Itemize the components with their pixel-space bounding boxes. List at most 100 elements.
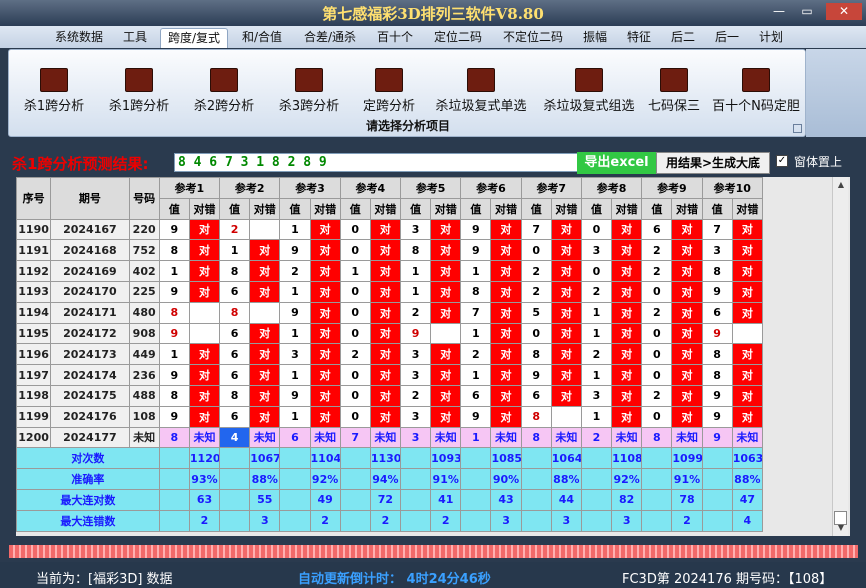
value-cell: 3 (580, 239, 613, 262)
value-cell: 0 (641, 343, 673, 366)
seq-cell: 1196 (15, 343, 52, 366)
table-row[interactable]: 1191 2024168 752 8 对 1 对 9 对 0 对 8 对 9 对 0 对 3 对 2 对 3 对 (15, 239, 764, 262)
check-cell: 对 (731, 239, 764, 262)
summary-value: 78 (671, 488, 703, 511)
col-header-check: 对错 (369, 197, 401, 220)
ribbon-button-junk-single[interactable]: 杀垃圾复式单选 (429, 66, 533, 116)
ribbon-button-kill1-a[interactable]: 杀1跨分析 (15, 66, 93, 116)
table-row[interactable]: 1198 2024175 488 8 对 8 对 9 对 0 对 2 对 6 对 6 对 3 对 2 对 9 对 (15, 384, 764, 407)
check-cell (731, 322, 764, 345)
summary-value: 88% (731, 468, 764, 490)
value-cell: 1 (219, 239, 251, 262)
value-cell: 8 (158, 426, 190, 449)
tab-feature[interactable]: 特征 (620, 28, 658, 48)
summary-value: 3 (611, 509, 643, 532)
tab-plan[interactable]: 计划 (752, 28, 790, 48)
col-header-check: 对错 (731, 197, 764, 220)
ribbon-launcher-icon[interactable] (793, 124, 802, 133)
table-row[interactable]: 1190 2024167 220 9 对 2 1 对 0 对 3 对 9 对 7 对 0 对 6 对 7 对 (15, 218, 764, 241)
value-cell: 1 (279, 405, 311, 428)
check-cell: 对 (309, 301, 341, 324)
tab-span-compound[interactable]: 跨度/复式 (160, 28, 228, 48)
table-row[interactable]: 1199 2024176 108 9 对 6 对 1 对 0 对 3 对 9 对 8 1 对 0 对 9 对 (15, 405, 764, 428)
value-cell: 2 (279, 260, 311, 282)
value-cell: 0 (339, 384, 371, 407)
close-button[interactable]: ✕ (826, 3, 862, 20)
title-bar: 第七感福彩3D排列三软件V8.80 — ▭ ✕ (0, 0, 866, 26)
summary-gap (219, 468, 251, 490)
tab-tools[interactable]: 工具 (116, 28, 154, 48)
tab-last-one[interactable]: 后一 (708, 28, 746, 48)
check-cell: 对 (188, 260, 221, 282)
table-row[interactable]: 1195 2024172 908 9 6 对 1 对 0 对 9 1 对 0 对 1 对 0 对 9 (15, 322, 764, 345)
tab-unfixed-two[interactable]: 不定位二码 (496, 28, 570, 48)
tab-fixed-two[interactable]: 定位二码 (426, 28, 490, 48)
result-field[interactable]: 8 4 6 7 3 1 8 2 8 9 (174, 153, 583, 172)
summary-gap (580, 447, 613, 470)
ribbon-button-seven-code[interactable]: 七码保三 (643, 66, 705, 116)
check-cell: 对 (550, 280, 582, 303)
table-row[interactable]: 1193 2024170 225 9 对 6 对 1 对 0 对 1 对 8 对 2 对 2 对 0 对 9 对 (15, 280, 764, 303)
summary-value: 88% (550, 468, 582, 490)
summary-gap (279, 468, 311, 490)
check-cell: 对 (309, 364, 341, 386)
check-cell: 对 (671, 343, 703, 366)
check-cell: 对 (671, 260, 703, 282)
value-cell: 2 (580, 280, 613, 303)
check-cell: 未知 (731, 426, 764, 449)
generate-button[interactable]: 用结果>生成大底 (656, 152, 770, 174)
chart-icon (467, 68, 495, 92)
summary-gap (701, 447, 733, 470)
chart-icon (375, 68, 403, 92)
chart-icon (210, 68, 238, 92)
value-cell: 2 (641, 384, 673, 407)
menu-bar: 系统数据 工具 跨度/复式 和/合值 合差/通杀 百十个 定位二码 不定位二码 … (0, 26, 866, 48)
col-header-value: 值 (460, 197, 492, 220)
value-cell: 9 (279, 301, 311, 324)
ribbon-button-kill2[interactable]: 杀2跨分析 (185, 66, 263, 116)
chart-icon (125, 68, 153, 92)
summary-value: 1104 (309, 447, 341, 470)
table-row[interactable]: 1197 2024174 236 9 对 6 对 1 对 0 对 3 对 1 对 9 对 1 对 0 对 8 对 (15, 364, 764, 386)
check-cell: 未知 (309, 426, 341, 449)
export-excel-button[interactable]: 导出excel (577, 152, 656, 174)
value-cell: 9 (399, 322, 432, 345)
table-row[interactable]: 1194 2024171 480 8 8 9 对 0 对 2 对 7 对 5 对 1 对 2 对 6 对 (15, 301, 764, 324)
col-header-group: 参考8 (580, 177, 643, 199)
table-row[interactable]: 1192 2024169 402 1 对 8 对 2 对 1 对 1 对 1 对 2 对 0 对 2 对 8 对 (15, 260, 764, 282)
check-cell: 未知 (671, 426, 703, 449)
tab-sum[interactable]: 和/合值 (234, 28, 290, 48)
summary-row: 最大连对数 63 55 49 72 41 43 44 82 78 47 (16, 488, 764, 511)
tab-positions[interactable]: 百十个 (370, 28, 420, 48)
vertical-scrollbar[interactable]: ▲ ▼ (832, 177, 848, 536)
ribbon-button-n-code[interactable]: 百十个N码定胆 (709, 66, 803, 116)
value-cell: 7 (701, 218, 733, 241)
scroll-up-icon[interactable]: ▲ (833, 177, 849, 193)
table-row[interactable]: 1196 2024173 449 1 对 6 对 3 对 2 对 3 对 2 对 8 对 2 对 0 对 8 对 (15, 343, 764, 366)
value-cell: 3 (399, 405, 432, 428)
summary-gap (339, 509, 371, 532)
check-cell: 对 (671, 218, 703, 241)
check-cell: 未知 (188, 426, 221, 449)
check-cell: 对 (671, 301, 703, 324)
ribbon-button-fixed-span[interactable]: 定跨分析 (353, 66, 425, 116)
value-cell: 7 (520, 218, 552, 241)
value-cell: 0 (641, 405, 673, 428)
value-cell: 0 (641, 364, 673, 386)
tab-amplitude[interactable]: 振幅 (576, 28, 614, 48)
check-cell: 对 (611, 322, 643, 345)
tab-system-data[interactable]: 系统数据 (48, 28, 110, 48)
col-header-check: 对错 (671, 197, 703, 220)
tab-last-two[interactable]: 后二 (664, 28, 702, 48)
ribbon-button-kill3[interactable]: 杀3跨分析 (270, 66, 348, 116)
summary-value: 72 (369, 488, 401, 511)
ribbon-button-junk-group[interactable]: 杀垃圾复式组选 (537, 66, 641, 116)
maximize-button[interactable]: ▭ (794, 3, 820, 20)
minimize-button[interactable]: — (766, 3, 792, 20)
tab-diff[interactable]: 合差/通杀 (296, 28, 364, 48)
ribbon-button-kill1-b[interactable]: 杀1跨分析 (100, 66, 178, 116)
table-row[interactable]: 1200 2024177 未知 8 未知 4 未知 6 未知 7 未知 3 未知 1 未知 8 未知 2 未知 8 未知… (15, 426, 764, 449)
summary-gap (641, 488, 673, 511)
scroll-down-icon[interactable]: ▼ (833, 520, 849, 536)
pin-checkbox[interactable]: ✓ (776, 155, 788, 167)
